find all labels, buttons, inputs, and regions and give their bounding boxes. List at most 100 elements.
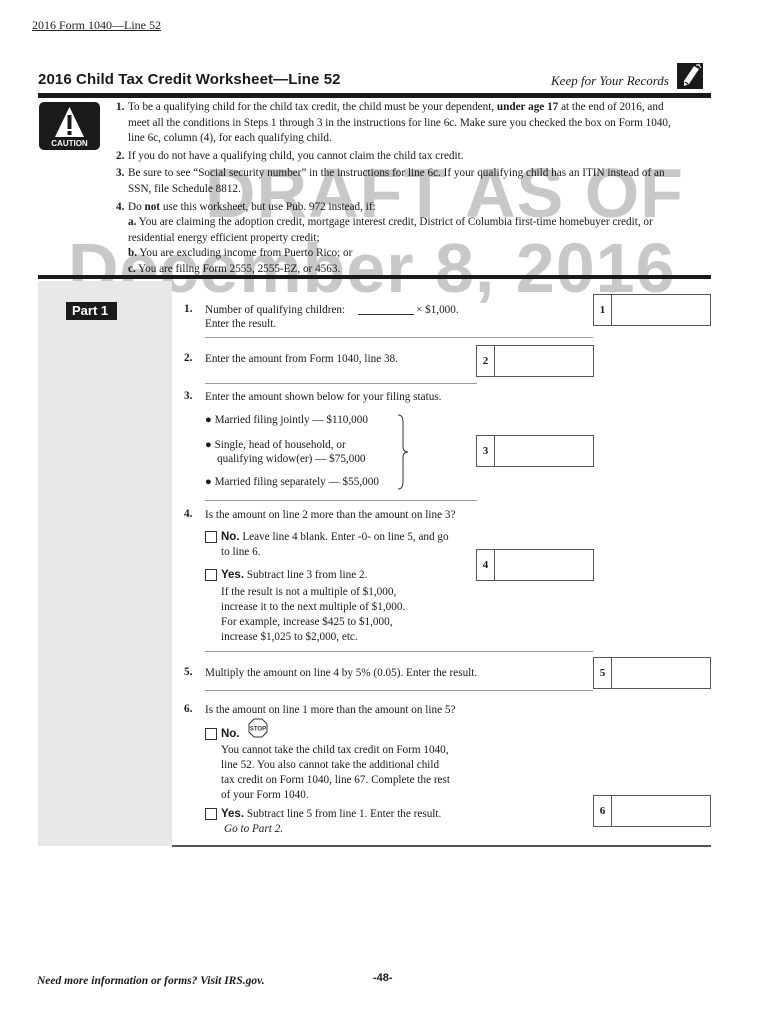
yes-label: Yes. [221, 569, 245, 581]
filing-status-option-cont: qualifying widow(er) — $75,000 [217, 453, 366, 465]
line-5-entry-box[interactable]: 5 [593, 657, 711, 689]
note-3: 3. Be sure to see “Social security numbe… [116, 166, 676, 197]
sub-letter: b. [128, 247, 138, 260]
line-3-box-label: 3 [477, 436, 495, 466]
line-6-entry-box[interactable]: 6 [593, 795, 711, 827]
line-1-box-label: 1 [594, 295, 612, 325]
stop-sign-icon: STOP [248, 718, 268, 738]
line-3-rule [205, 500, 477, 501]
keep-for-records-label: Keep for Your Records [551, 73, 669, 88]
detail-line: line 52. You also cannot take the additi… [221, 759, 440, 771]
line-4-number: 4. [184, 508, 193, 520]
line-4-no-option: No. Leave line 4 blank. Enter -0- on lin… [221, 530, 449, 545]
yes-label: Yes. [221, 808, 245, 820]
no-text: Leave line 4 blank. Enter -0- on line 5,… [242, 531, 449, 543]
detail-line: If the result is not a multiple of $1,00… [221, 586, 397, 598]
option-text: Single, head of household, or [214, 439, 346, 451]
line-5-box-label: 5 [594, 658, 612, 688]
line-3-entry-box[interactable]: 3 [476, 435, 594, 467]
line-4-yes-option: Yes. Subtract line 3 from line 2. [221, 568, 367, 583]
note-text: Do [128, 200, 145, 213]
note-number: 3. [116, 167, 125, 180]
note-number: 2. [116, 149, 125, 162]
line-6-yes-option: Yes. Subtract line 5 from line 1. Enter … [221, 807, 441, 822]
line-4-text: Is the amount on line 2 more than the am… [205, 509, 456, 521]
line-4-no-checkbox[interactable] [205, 531, 217, 543]
line-2-number: 2. [184, 352, 193, 364]
option-text: Married filing separately — $55,000 [214, 476, 379, 488]
line-2-rule [205, 383, 477, 384]
option-text: Married filing jointly — $110,000 [214, 414, 368, 426]
note-emphasis: under age 17 [496, 101, 559, 113]
note-text: Be sure to see “Social security number” … [128, 167, 665, 195]
note-text: To be a qualifying child for the child t… [128, 101, 497, 113]
qualifying-children-input[interactable] [358, 314, 414, 315]
part-1-badge: Part 1 [66, 302, 118, 320]
notes-list: 1. To be a qualifying child for the chil… [116, 100, 676, 278]
note-4b: b. You are excluding income from Puerto … [128, 246, 676, 262]
detail-line: You cannot take the child tax credit on … [221, 744, 449, 756]
line-3-number: 3. [184, 390, 193, 402]
line-6-text: Is the amount on line 1 more than the am… [205, 704, 456, 716]
part-side-panel [38, 281, 172, 846]
sub-text: You are filing Form 2555, 2555-EZ, or 45… [135, 262, 341, 275]
note-text: use this worksheet, but use Pub. 972 ins… [160, 200, 376, 213]
line-6-no-detail: You cannot take the child tax credit on … [221, 743, 450, 803]
line-1-entry-box[interactable]: 1 [593, 294, 711, 326]
yes-text: Subtract line 5 from line 1. Enter the r… [246, 808, 442, 820]
note-2: 2. If you do not have a qualifying child… [116, 149, 676, 165]
line-3-text: Enter the amount shown below for your fi… [205, 391, 442, 403]
line-1-rule [205, 337, 593, 338]
detail-line: increase $1,025 to $2,000, etc. [221, 631, 358, 643]
note-number: 4. [116, 200, 125, 213]
no-label: No. [221, 728, 240, 740]
line-6-no-checkbox[interactable] [205, 728, 217, 740]
caution-label: CAUTION [51, 139, 88, 148]
stop-label: STOP [250, 727, 266, 733]
line-2-entry-box[interactable]: 2 [476, 345, 594, 377]
line-1-multiplier: × $1,000. [416, 304, 459, 316]
line-4-rule [205, 651, 593, 652]
line-5-number: 5. [184, 666, 193, 678]
footer-irs-link-text: Need more information or forms? Visit IR… [37, 975, 265, 987]
go-to-part-2: Go to Part 2. [224, 823, 284, 835]
line-6-yes-checkbox[interactable] [205, 808, 217, 820]
note-text: If you do not have a qualifying child, y… [128, 149, 464, 162]
note-4a: a. You are claiming the adoption credit,… [128, 215, 676, 246]
line-4-entry-box[interactable]: 4 [476, 549, 594, 581]
line-4-no-text-cont: to line 6. [221, 546, 261, 558]
line-6-box-label: 6 [594, 796, 612, 826]
line-2-text: Enter the amount from Form 1040, line 38… [205, 353, 398, 365]
pencil-icon [677, 63, 703, 89]
line-6-no-option: No. [221, 727, 240, 742]
note-number: 1. [116, 101, 125, 113]
no-label: No. [221, 531, 240, 543]
line-4-yes-checkbox[interactable] [205, 569, 217, 581]
section-rule [38, 275, 711, 279]
note-1: 1. To be a qualifying child for the chil… [116, 100, 676, 147]
note-4: 4. Do not use this worksheet, but use Pu… [116, 200, 676, 278]
detail-line: tax credit on Form 1040, line 67. Comple… [221, 774, 450, 786]
filing-status-option: ● Married filing jointly — $110,000 [205, 414, 368, 426]
detail-line: of your Form 1040. [221, 789, 309, 801]
sub-letter: c. [128, 262, 136, 275]
brace-icon [397, 414, 409, 490]
yes-text: Subtract line 3 from line 2. [246, 569, 368, 581]
note-emphasis: not [144, 200, 161, 213]
line-4-yes-detail: If the result is not a multiple of $1,00… [221, 585, 405, 645]
detail-line: increase it to the next multiple of $1,0… [221, 601, 406, 613]
bottom-rule [172, 845, 711, 847]
line-2-box-label: 2 [477, 346, 495, 376]
worksheet-title: 2016 Child Tax Credit Worksheet—Line 52 [38, 71, 341, 88]
line-1-number: 1. [184, 303, 193, 315]
line-6-number: 6. [184, 703, 193, 715]
sub-text: You are excluding income from Puerto Ric… [137, 247, 353, 260]
line-1-text: Number of qualifying children: [205, 304, 346, 316]
running-head: 2016 Form 1040—Line 52 [32, 18, 161, 32]
line-5-rule [205, 690, 593, 691]
line-4-box-label: 4 [477, 550, 495, 580]
page-number: -48- [373, 972, 393, 984]
filing-status-option: ● Married filing separately — $55,000 [205, 476, 379, 488]
header-rule [38, 93, 711, 98]
line-1-instruction: Enter the result. [205, 318, 277, 330]
